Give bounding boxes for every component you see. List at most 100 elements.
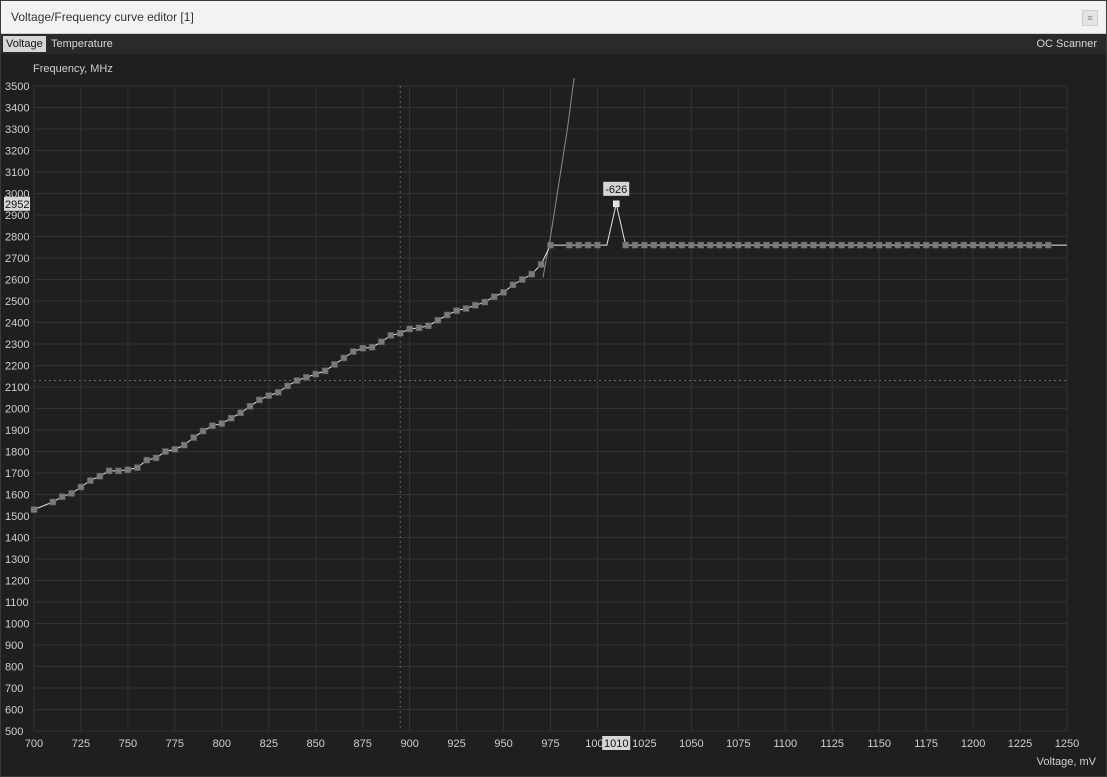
curve-point[interactable] [998,241,1005,249]
curve-point[interactable] [575,241,582,249]
curve-point[interactable] [706,241,714,249]
curve-point[interactable] [396,330,404,337]
curve-point[interactable] [443,311,451,319]
curve-point[interactable] [115,467,122,475]
curve-point[interactable] [782,241,789,249]
curve-point[interactable] [847,241,855,249]
curve-point[interactable] [800,241,808,249]
curve-point[interactable] [68,490,75,497]
curve-point[interactable] [885,241,892,249]
curve-point[interactable] [763,241,770,249]
curve-point[interactable] [350,348,357,355]
curve-point[interactable] [904,241,911,249]
curve-point[interactable] [218,420,226,427]
curve-point[interactable] [988,241,996,249]
curve-point[interactable] [190,434,197,441]
curve-point[interactable] [284,382,291,390]
curve-point[interactable] [735,241,742,249]
selected-point[interactable] [612,200,620,208]
curve-point[interactable] [932,241,939,249]
curve-point[interactable] [87,477,94,484]
curve-point[interactable] [650,241,658,249]
curve-point[interactable] [641,241,648,249]
curve-point[interactable] [622,241,629,249]
curve-point[interactable] [791,241,798,249]
curve-point[interactable] [293,377,301,384]
curve-point[interactable] [453,307,460,314]
curve-point[interactable] [246,403,254,410]
curve-point[interactable] [819,241,827,249]
curve-point[interactable] [237,409,244,417]
curve-point[interactable] [519,276,526,283]
curve-point[interactable] [669,241,676,249]
curve-point[interactable] [490,293,498,300]
curve-point[interactable] [725,241,733,249]
curve-point[interactable] [913,241,920,249]
curve-point[interactable] [716,241,723,249]
vf-curve-chart[interactable]: 700 725 750 775 800 825 850 875 900 925 950 975 1000… [0,0,1107,777]
curve-point[interactable] [265,392,273,399]
curve-point[interactable] [321,367,329,375]
curve-point[interactable] [462,305,470,312]
curve-point[interactable] [951,241,958,249]
curve-point[interactable] [274,389,282,396]
curve-point[interactable] [857,241,864,249]
curve-point[interactable] [631,241,639,249]
curve-point[interactable] [49,498,57,506]
curve-point[interactable] [810,241,817,249]
curve-point[interactable] [594,241,601,249]
curve-point[interactable] [481,298,489,306]
curve-point[interactable] [688,241,695,249]
curve-point[interactable] [500,289,507,296]
curve-point[interactable] [209,422,216,429]
curve-point[interactable] [199,427,207,435]
curve-point[interactable] [340,354,348,362]
curve-point[interactable] [866,241,874,249]
curve-point[interactable] [566,241,573,249]
curve-point[interactable] [331,361,338,368]
curve-point[interactable] [58,493,66,500]
curve-point[interactable] [528,270,535,278]
curve-point[interactable] [744,241,751,249]
curve-point[interactable] [584,241,592,249]
curve-point[interactable] [753,241,761,249]
curve-point[interactable] [960,241,967,249]
curve-point[interactable] [96,472,103,480]
curve-point[interactable] [509,281,517,289]
curve-point[interactable] [30,506,38,513]
curve-point[interactable] [941,241,949,249]
curve-point[interactable] [659,241,667,249]
curve-point[interactable] [406,325,413,333]
curve-point[interactable] [227,414,235,422]
curve-point[interactable] [152,454,160,462]
curve-point[interactable] [1026,241,1033,249]
curve-point[interactable] [303,374,310,381]
curve-point[interactable] [828,241,836,249]
curve-point[interactable] [387,332,395,339]
curve-point[interactable] [838,241,845,249]
curve-point[interactable] [1035,241,1043,249]
curve-point[interactable] [472,302,479,309]
curve-point[interactable] [1044,241,1052,249]
curve-point[interactable] [678,241,686,249]
curve-point[interactable] [537,261,545,268]
curve-point[interactable] [77,483,85,491]
curve-point[interactable] [697,241,705,249]
curve-point[interactable] [875,241,883,249]
curve-point[interactable] [181,441,188,449]
curve-point[interactable] [894,241,902,249]
curve-point[interactable] [143,456,150,464]
curve-point[interactable] [547,241,554,249]
curve-point[interactable] [312,370,319,378]
curve-point[interactable] [171,446,179,453]
curve-point[interactable] [979,241,986,249]
curve-point[interactable] [124,466,132,474]
curve-point[interactable] [359,345,366,352]
curve-point[interactable] [162,448,169,455]
curve-point[interactable] [922,241,930,249]
curve-point[interactable] [105,467,113,475]
curve-point[interactable] [378,338,385,346]
curve-point[interactable] [969,241,977,249]
curve-point[interactable] [134,464,141,471]
curve-point[interactable] [256,396,263,404]
